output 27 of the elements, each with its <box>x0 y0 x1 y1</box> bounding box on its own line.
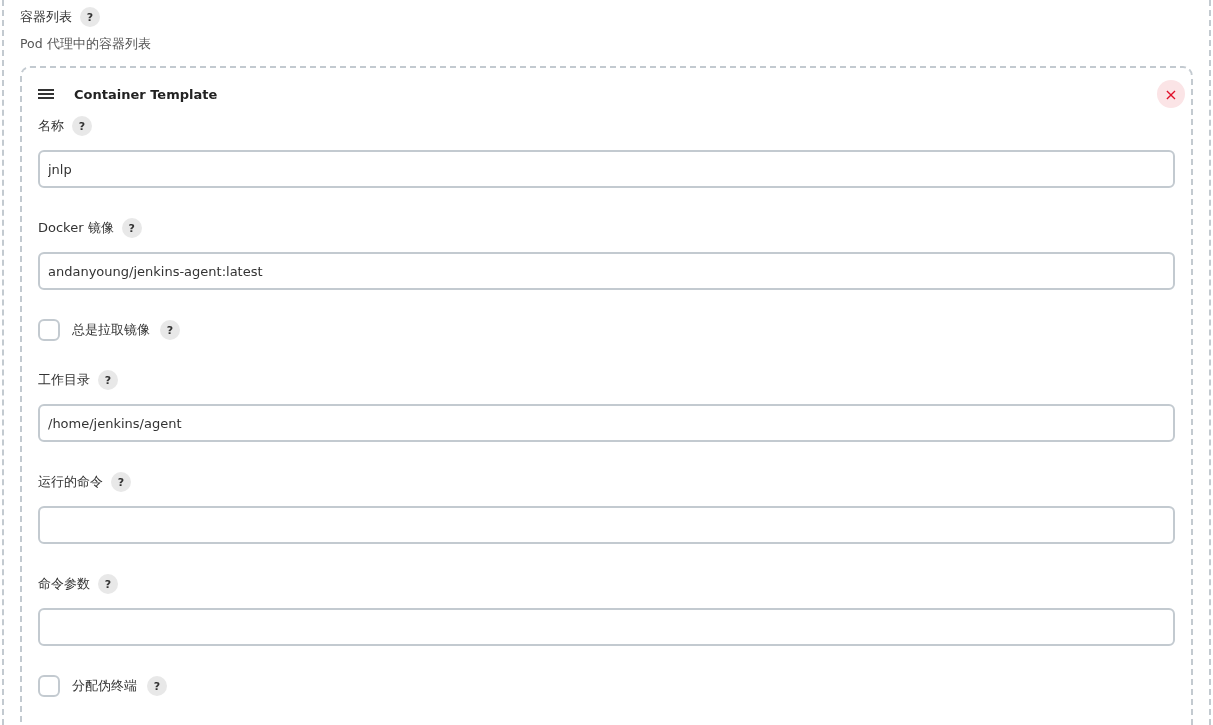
section-description: Pod 代理中的容器列表 <box>20 36 152 53</box>
card-title: Container Template <box>74 86 219 102</box>
drag-handle-icon[interactable] <box>38 88 54 100</box>
help-button[interactable]: ? <box>72 116 92 136</box>
input-field[interactable] <box>38 608 1175 646</box>
input-field[interactable]: andanyoung/jenkins-agent:latest <box>38 252 1175 290</box>
help-button[interactable]: ? <box>98 574 118 594</box>
checkbox-label: 分配伪终端 <box>72 677 137 695</box>
checkbox[interactable] <box>38 675 60 697</box>
help-button[interactable]: ? <box>80 7 100 27</box>
input-field[interactable]: jnlp <box>38 150 1175 188</box>
field-label: 命令参数 <box>38 575 90 593</box>
help-button[interactable]: ? <box>111 472 131 492</box>
checkbox-label: 总是拉取镜像 <box>72 321 150 339</box>
field-label: 运行的命令 <box>38 473 103 491</box>
section-title: 容器列表 <box>20 8 72 26</box>
field-label: 工作目录 <box>38 371 90 389</box>
help-button[interactable]: ? <box>98 370 118 390</box>
checkbox[interactable] <box>38 319 60 341</box>
field-label: 名称 <box>38 117 64 135</box>
help-button[interactable]: ? <box>147 676 167 696</box>
close-button[interactable]: × <box>1157 80 1185 108</box>
input-field[interactable] <box>38 506 1175 544</box>
help-button[interactable]: ? <box>160 320 180 340</box>
input-field[interactable]: /home/jenkins/agent <box>38 404 1175 442</box>
field-label: Docker 镜像 <box>38 219 114 237</box>
help-button[interactable]: ? <box>121 218 142 238</box>
